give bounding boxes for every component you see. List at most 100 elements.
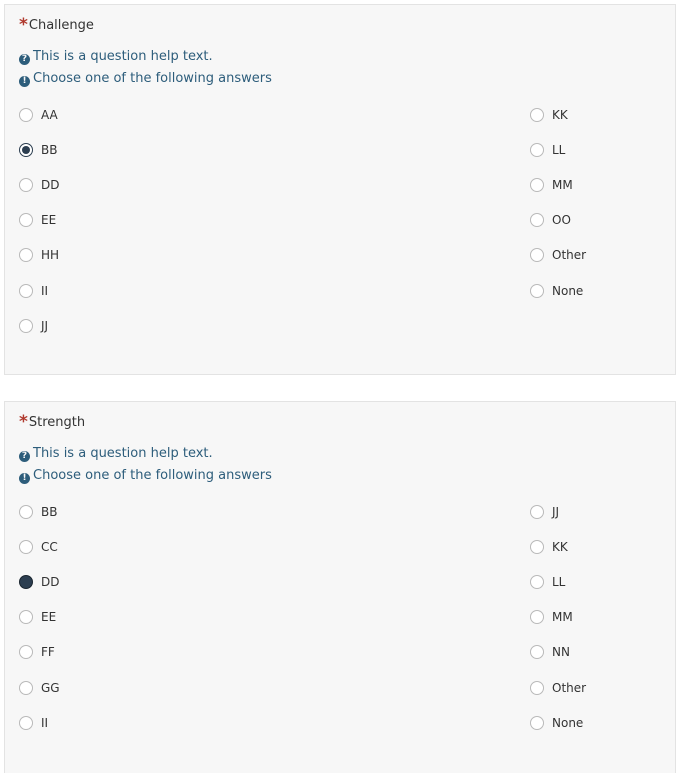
radio-unchecked-icon[interactable] bbox=[19, 610, 33, 624]
radio-option-label: JJ bbox=[41, 319, 49, 333]
instruction-label: Choose one of the following answers bbox=[33, 468, 272, 483]
radio-option-label: HH bbox=[41, 248, 60, 262]
radio-unchecked-icon[interactable] bbox=[19, 248, 33, 262]
radio-option-ii[interactable]: II bbox=[19, 283, 48, 299]
radio-option-label: MM bbox=[552, 178, 573, 192]
radio-option-dd[interactable]: DD bbox=[19, 177, 59, 193]
radio-option-label: BB bbox=[41, 143, 58, 157]
question-title: *Strength bbox=[19, 414, 85, 431]
help-text: ? This is a question help text. bbox=[19, 49, 213, 65]
radio-option-label: NN bbox=[552, 645, 570, 659]
radio-option-kk[interactable]: KK bbox=[530, 539, 568, 555]
radio-unchecked-icon[interactable] bbox=[19, 505, 33, 519]
radio-option-label: LL bbox=[552, 575, 566, 589]
radio-unchecked-icon[interactable] bbox=[19, 716, 33, 730]
radio-unchecked-icon[interactable] bbox=[19, 108, 33, 122]
instruction-text: ! Choose one of the following answers bbox=[19, 468, 272, 484]
radio-option-dd[interactable]: DD bbox=[19, 574, 59, 590]
question-strength: *Strength ? This is a question help text.… bbox=[4, 401, 676, 773]
radio-option-label: KK bbox=[552, 540, 568, 554]
radio-option-label: JJ bbox=[552, 505, 560, 519]
radio-unchecked-icon[interactable] bbox=[530, 716, 544, 730]
radio-option-hh[interactable]: HH bbox=[19, 247, 59, 263]
radio-checked-icon[interactable] bbox=[19, 143, 33, 157]
radio-unchecked-icon[interactable] bbox=[530, 540, 544, 554]
radio-option-label: II bbox=[41, 716, 49, 730]
radio-option-ii[interactable]: II bbox=[19, 715, 48, 731]
radio-unchecked-icon[interactable] bbox=[530, 284, 544, 298]
radio-option-cc[interactable]: CC bbox=[19, 539, 58, 555]
help-text: ? This is a question help text. bbox=[19, 446, 213, 462]
radio-option-bb[interactable]: BB bbox=[19, 142, 57, 158]
radio-option-bb[interactable]: BB bbox=[19, 504, 57, 520]
required-mark: * bbox=[19, 412, 28, 432]
radio-unchecked-icon[interactable] bbox=[530, 575, 544, 589]
exclamation-circle-icon: ! bbox=[19, 473, 30, 484]
radio-option-label: DD bbox=[41, 575, 60, 589]
question-circle-icon: ? bbox=[19, 451, 30, 462]
radio-option-label: GG bbox=[41, 681, 60, 695]
radio-option-kk[interactable]: KK bbox=[530, 107, 568, 123]
radio-option-jj[interactable]: JJ bbox=[530, 504, 559, 520]
radio-unchecked-icon[interactable] bbox=[530, 681, 544, 695]
radio-unchecked-icon[interactable] bbox=[19, 681, 33, 695]
radio-unchecked-icon[interactable] bbox=[19, 540, 33, 554]
radio-option-ee[interactable]: EE bbox=[19, 212, 56, 228]
radio-option-gg[interactable]: GG bbox=[19, 680, 60, 696]
radio-unchecked-icon[interactable] bbox=[19, 645, 33, 659]
radio-option-mm[interactable]: MM bbox=[530, 177, 573, 193]
exclamation-circle-icon: ! bbox=[19, 76, 30, 87]
radio-unchecked-icon[interactable] bbox=[530, 143, 544, 157]
radio-option-oo[interactable]: OO bbox=[530, 212, 571, 228]
radio-option-nn[interactable]: NN bbox=[530, 644, 570, 660]
instruction-text: ! Choose one of the following answers bbox=[19, 71, 272, 87]
help-text-label: This is a question help text. bbox=[33, 446, 213, 461]
radio-unchecked-icon[interactable] bbox=[19, 319, 33, 333]
radio-option-label: EE bbox=[41, 610, 57, 624]
question-title-text: Strength bbox=[28, 415, 86, 430]
question-title-text: Challenge bbox=[28, 18, 94, 33]
radio-unchecked-icon[interactable] bbox=[530, 178, 544, 192]
radio-option-none[interactable]: None bbox=[530, 715, 583, 731]
radio-unchecked-icon[interactable] bbox=[19, 213, 33, 227]
radio-option-label: MM bbox=[552, 610, 573, 624]
radio-unchecked-icon[interactable] bbox=[530, 610, 544, 624]
question-challenge: *Challenge ? This is a question help text… bbox=[4, 4, 676, 375]
radio-unchecked-icon[interactable] bbox=[530, 248, 544, 262]
radio-option-ll[interactable]: LL bbox=[530, 142, 565, 158]
radio-option-ff[interactable]: FF bbox=[19, 644, 55, 660]
radio-unchecked-icon[interactable] bbox=[19, 178, 33, 192]
radio-option-jj[interactable]: JJ bbox=[19, 318, 48, 334]
radio-option-mm[interactable]: MM bbox=[530, 609, 573, 625]
radio-unchecked-icon[interactable] bbox=[530, 505, 544, 519]
radio-option-label: CC bbox=[41, 540, 58, 554]
radio-option-aa[interactable]: AA bbox=[19, 107, 58, 123]
radio-option-label: LL bbox=[552, 143, 566, 157]
radio-option-label: BB bbox=[41, 505, 58, 519]
radio-option-label: OO bbox=[552, 213, 571, 227]
radio-checked-icon[interactable] bbox=[19, 575, 33, 589]
radio-option-other[interactable]: Other bbox=[530, 680, 586, 696]
question-circle-icon: ? bbox=[19, 54, 30, 65]
radio-option-label: EE bbox=[41, 213, 57, 227]
question-title: *Challenge bbox=[19, 17, 94, 34]
radio-option-label: Other bbox=[552, 681, 587, 695]
radio-option-label: FF bbox=[41, 645, 55, 659]
radio-option-label: II bbox=[41, 284, 49, 298]
radio-option-label: AA bbox=[41, 108, 58, 122]
radio-option-other[interactable]: Other bbox=[530, 247, 586, 263]
radio-unchecked-icon[interactable] bbox=[530, 213, 544, 227]
radio-option-none[interactable]: None bbox=[530, 283, 583, 299]
radio-option-label: Other bbox=[552, 248, 587, 262]
instruction-label: Choose one of the following answers bbox=[33, 71, 272, 86]
radio-option-label: None bbox=[552, 284, 584, 298]
radio-option-label: DD bbox=[41, 178, 60, 192]
radio-option-ee[interactable]: EE bbox=[19, 609, 56, 625]
required-mark: * bbox=[19, 15, 28, 35]
help-text-label: This is a question help text. bbox=[33, 49, 213, 64]
radio-option-label: KK bbox=[552, 108, 568, 122]
radio-option-ll[interactable]: LL bbox=[530, 574, 565, 590]
radio-unchecked-icon[interactable] bbox=[19, 284, 33, 298]
radio-unchecked-icon[interactable] bbox=[530, 108, 544, 122]
radio-unchecked-icon[interactable] bbox=[530, 645, 544, 659]
